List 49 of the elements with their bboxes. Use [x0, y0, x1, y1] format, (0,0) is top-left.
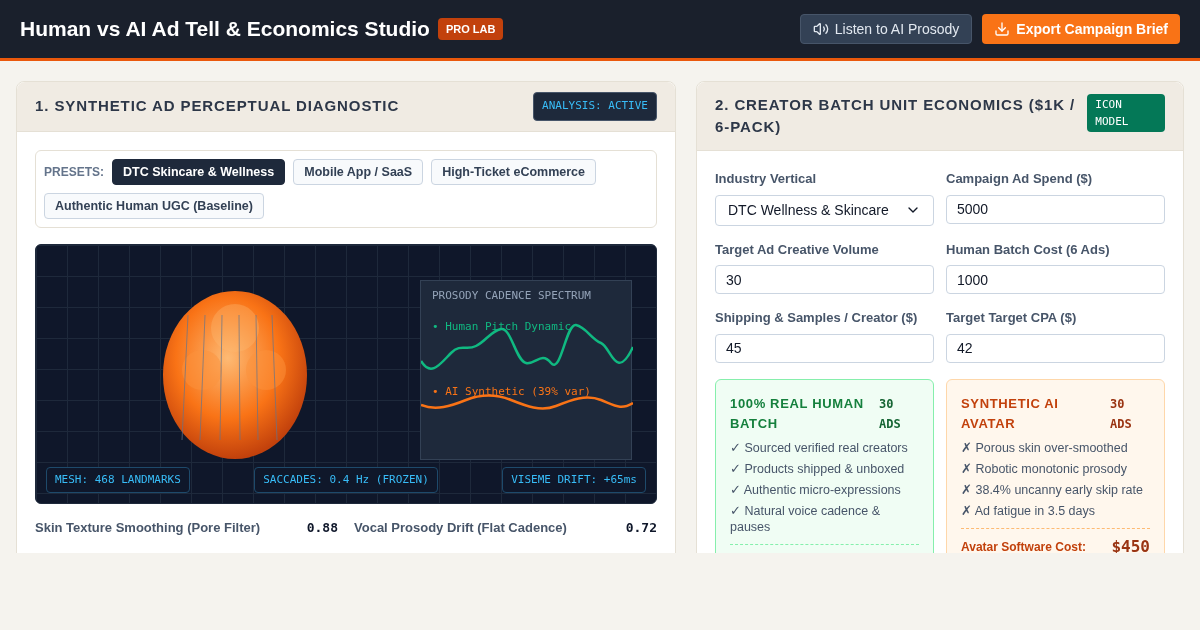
field-label: Target Target CPA ($) — [946, 309, 1078, 327]
pro-badge: PRO LAB — [437, 17, 504, 41]
readout-tag: SACCADES: 0.4 Hz (FROZEN) — [254, 466, 438, 493]
industry-select[interactable]: DTC Wellness & Skincare — [715, 194, 934, 226]
metric-value: 0.72 — [625, 519, 657, 537]
cost-value: $450 — [1111, 535, 1150, 553]
number-field[interactable]: 45 — [715, 333, 934, 363]
number-field[interactable]: 5000 — [946, 194, 1165, 224]
number-field[interactable]: 1000 — [946, 265, 1165, 294]
field-label: Shipping & Samples / Creator ($) — [715, 309, 919, 327]
preset-button[interactable]: High-Ticket eCommerce — [431, 159, 596, 185]
feature-item: ✗ Ad fatigue in 3.5 days — [961, 502, 1096, 519]
presets-label: PRESETS: — [44, 164, 104, 181]
spectrum-title: PROSODY CADENCE SPECTRUM — [432, 288, 591, 304]
metric-value: 0.88 — [306, 519, 338, 537]
ad-count: 30 ADS — [1110, 395, 1133, 433]
card-title: 100% REAL HUMAN BATCH — [730, 394, 865, 433]
metric-label: Vocal Prosody Drift (Flat Cadence) — [354, 519, 567, 537]
feature-item: ✗ 38.4% uncanny early skip rate — [961, 481, 1144, 498]
ad-count: 30 ADS — [879, 395, 902, 433]
listen-button[interactable]: Listen to AI Prosody — [799, 14, 973, 44]
feature-item: ✗ Porous skin over-smoothed — [961, 439, 1129, 456]
card-title: SYNTHETIC AI AVATAR — [961, 394, 1060, 433]
readout-tag: MESH: 468 LANDMARKS — [46, 466, 190, 493]
preset-button[interactable]: Authentic Human UGC (Baseline) — [44, 193, 264, 219]
readout-tag: VISEME DRIFT: +65ms — [502, 466, 646, 493]
model-badge: ICON MODEL — [1087, 94, 1165, 132]
number-field[interactable]: 42 — [946, 333, 1165, 363]
speaker-icon — [812, 21, 829, 37]
feature-item: ✓ Products shipped & unboxed — [730, 460, 906, 477]
preset-button[interactable]: Mobile App / SaaS — [293, 159, 424, 185]
panel-title: 1. SYNTHETIC AD PERCEPTUAL DIAGNOSTIC — [35, 96, 400, 117]
feature-item: ✓ Sourced verified real creators — [730, 439, 909, 456]
cost-label: Avatar Software Cost: — [961, 538, 1086, 553]
metric-label: Skin Texture Smoothing (Pore Filter) — [35, 519, 261, 537]
field-label: Industry Vertical — [715, 170, 818, 188]
field-label: Human Batch Cost (6 Ads) — [946, 240, 1111, 259]
download-icon — [994, 21, 1011, 37]
feature-item: ✓ Natural voice cadence & pauses — [730, 502, 881, 535]
field-label: Target Ad Creative Volume — [715, 240, 880, 259]
number-field[interactable]: 30 — [715, 265, 934, 294]
status-badge: ANALYSIS: ACTIVE — [533, 92, 657, 121]
preset-button[interactable]: DTC Skincare & Wellness — [112, 159, 286, 185]
panel-title: 2. CREATOR BATCH UNIT ECONOMICS ($1K / 6-PACK) — [715, 95, 1076, 137]
field-label: Campaign Ad Spend ($) — [946, 170, 1094, 188]
feature-item: ✗ Robotic monotonic prosody — [961, 460, 1128, 477]
ai-legend: • AI Synthetic (39% var) — [432, 384, 591, 401]
feature-item: ✓ Authentic micro-expressions — [730, 481, 902, 498]
app-title: Human vs AI Ad Tell & Economics Studio — [20, 16, 430, 43]
